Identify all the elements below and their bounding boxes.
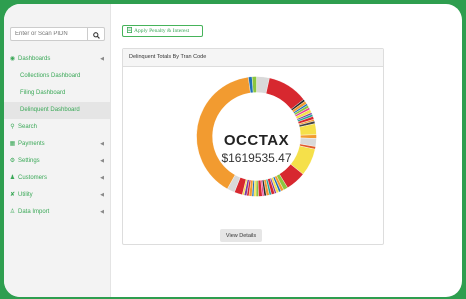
sidebar-item-utility[interactable]: ✘ Utility ◀ xyxy=(4,187,110,204)
sidebar-item-customers[interactable]: ♟ Customers ◀ xyxy=(4,170,110,187)
sidebar-item-filing-dashboard[interactable]: Filing Dashboard xyxy=(4,85,110,102)
sidebar-item-label: Dashboards xyxy=(18,56,51,62)
apply-button-label: Apply Penalty & Interest xyxy=(134,28,190,34)
apply-penalty-interest-button[interactable]: Apply Penalty & Interest xyxy=(122,25,203,37)
search-box xyxy=(10,27,105,41)
chart-center-value: $1619535.47 xyxy=(221,151,292,165)
user-icon: ♙ xyxy=(9,209,16,215)
sidebar-item-label: Utility xyxy=(18,192,33,198)
view-details-button[interactable]: View Details xyxy=(220,229,262,242)
sidebar-item-dashboards[interactable]: ◉ Dashboards ◀ xyxy=(4,51,110,68)
app-window: ◉Dashboards ◀ Collections Dashboard Fili… xyxy=(4,4,462,297)
chevron-left-icon: ◀ xyxy=(100,56,104,62)
sidebar-item-label: Search xyxy=(18,124,38,130)
chevron-left-icon: ◀ xyxy=(100,192,104,198)
sidebar-item-payments[interactable]: ▦ Payments ◀ xyxy=(4,136,110,153)
search-button[interactable] xyxy=(88,27,105,41)
panel-title: Delinquent Totals By Tran Code xyxy=(123,49,383,67)
sidebar: ◉Dashboards ◀ Collections Dashboard Fili… xyxy=(4,4,111,297)
sidebar-item-label: Customers xyxy=(18,175,48,181)
chart-center-label: OCCTAX xyxy=(223,132,290,149)
search-icon: ⚲ xyxy=(10,124,15,130)
wrench-icon: ✘ xyxy=(9,192,16,198)
search-icon xyxy=(92,27,100,42)
bank-icon: ▦ xyxy=(9,141,16,147)
chevron-left-icon: ◀ xyxy=(100,209,104,215)
chevron-left-icon: ◀ xyxy=(100,158,104,164)
chevron-left-icon: ◀ xyxy=(100,141,104,147)
sidebar-item-label: Settings xyxy=(18,158,40,164)
sidebar-item-search[interactable]: ⚲ Search xyxy=(4,119,110,136)
sidebar-item-data-import[interactable]: ♙ Data Import ◀ xyxy=(4,204,110,221)
calculator-icon xyxy=(127,27,132,35)
sidebar-item-collections-dashboard[interactable]: Collections Dashboard xyxy=(4,68,110,85)
users-icon: ♟ xyxy=(9,175,16,181)
sidebar-nav: ◉ Dashboards ◀ Collections Dashboard Fili… xyxy=(4,51,110,221)
sidebar-item-label: Data Import xyxy=(18,209,50,215)
sidebar-item-settings[interactable]: ⚙ Settings ◀ xyxy=(4,153,110,170)
gauge-icon: ◉ xyxy=(9,56,16,62)
sidebar-item-label: Payments xyxy=(18,141,45,147)
delinquent-totals-panel: Delinquent Totals By Tran Code OCCTAX $1… xyxy=(122,48,384,245)
donut-slice[interactable] xyxy=(255,180,259,197)
search-input[interactable] xyxy=(10,27,88,41)
sidebar-item-delinquent-dashboard[interactable]: Delinquent Dashboard xyxy=(4,102,110,119)
chevron-left-icon: ◀ xyxy=(100,175,104,181)
gear-icon: ⚙ xyxy=(9,158,16,164)
